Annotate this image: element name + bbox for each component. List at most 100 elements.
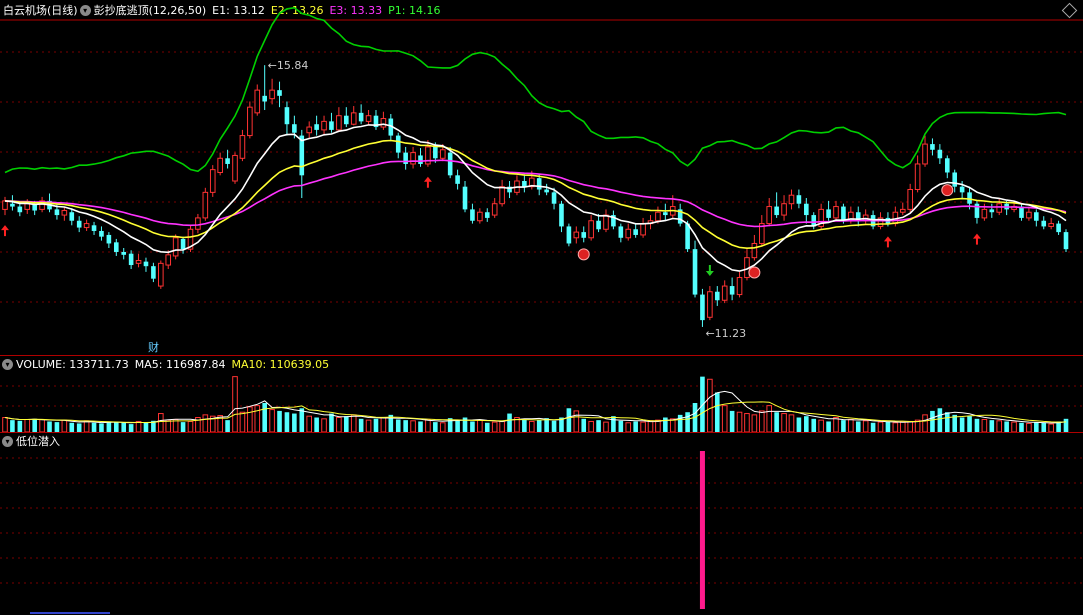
candle-body	[625, 228, 632, 239]
candle	[121, 248, 127, 260]
candle	[373, 110, 379, 130]
candle-body	[700, 294, 705, 321]
volume-bar	[640, 421, 646, 432]
volume-bar	[989, 420, 995, 432]
volume-chart[interactable]	[0, 356, 1083, 432]
candle-body	[1019, 206, 1024, 218]
candle-body	[202, 191, 209, 219]
candle	[930, 138, 935, 156]
candle	[380, 111, 387, 130]
volume-bar	[721, 405, 728, 432]
candle-body	[581, 232, 587, 238]
candle-body	[158, 262, 164, 287]
up-arrow-icon	[972, 233, 981, 245]
candle	[106, 232, 112, 249]
candle-body	[209, 169, 216, 193]
candle-body	[937, 149, 943, 159]
volume-bar	[766, 405, 773, 432]
volume-bar	[69, 422, 75, 432]
candle	[862, 209, 869, 224]
candle	[314, 115, 319, 136]
candle	[640, 217, 646, 238]
candle	[232, 152, 238, 184]
volume-bar	[254, 405, 261, 432]
volume-bar	[744, 413, 750, 432]
candle	[781, 195, 787, 221]
volume-bar	[848, 418, 854, 432]
candle	[677, 203, 683, 227]
candle	[736, 271, 743, 298]
volume-bar	[781, 413, 787, 432]
candle	[826, 200, 831, 221]
candle-body	[996, 203, 1003, 213]
candle	[618, 223, 624, 243]
volume-bar	[892, 422, 899, 432]
volume-bar	[314, 417, 319, 432]
candle-body	[707, 291, 713, 318]
candle	[663, 203, 668, 221]
candle	[1048, 217, 1054, 230]
volume-bar	[937, 408, 943, 432]
volume-bar	[551, 420, 557, 432]
volume-bar	[499, 420, 505, 432]
candle-body	[254, 89, 261, 114]
price-chart[interactable]: ←15.84 ←11.23 财	[0, 0, 1083, 355]
candle-body	[1034, 212, 1039, 221]
candle	[788, 189, 795, 210]
volume-bar	[225, 420, 230, 432]
candle	[269, 78, 275, 105]
volume-bar	[581, 418, 587, 432]
candle-body	[113, 242, 119, 252]
e3-line	[4, 159, 1067, 228]
candle	[899, 202, 906, 216]
candle	[796, 189, 802, 209]
candle-body	[596, 220, 601, 230]
volume-bar	[135, 420, 142, 432]
candle-body	[484, 212, 490, 218]
candle	[99, 226, 104, 241]
candle-body	[826, 209, 831, 218]
candle-body	[981, 208, 988, 219]
candle	[209, 165, 216, 197]
volume-bar	[373, 418, 379, 432]
ma10-line	[4, 401, 1067, 423]
volume-bar	[418, 421, 423, 432]
signal-ball-icon	[748, 266, 761, 279]
volume-bar	[507, 413, 512, 432]
candle	[581, 226, 587, 243]
candle-body	[83, 223, 90, 229]
volume-bar	[663, 417, 668, 432]
volume-bar	[24, 418, 31, 432]
candle-body	[151, 266, 156, 279]
volume-bar	[930, 410, 935, 432]
candle-body	[165, 254, 172, 266]
volume-bar	[1063, 418, 1069, 432]
candle-body	[17, 206, 23, 213]
candle-body	[76, 220, 82, 228]
candle-body	[930, 144, 935, 150]
volume-bar	[804, 416, 809, 432]
volume-bar	[262, 403, 267, 432]
candle	[1019, 203, 1024, 221]
candle	[692, 240, 698, 298]
candle-body	[180, 238, 186, 250]
candle-body	[714, 291, 720, 301]
candle-body	[358, 112, 364, 122]
volume-bar	[907, 420, 913, 432]
candle-body	[143, 261, 149, 267]
candle-body	[751, 242, 758, 259]
volume-bar	[277, 410, 282, 432]
candle	[306, 121, 313, 139]
candle-body	[99, 230, 104, 237]
candle	[611, 210, 616, 230]
candle	[914, 155, 921, 193]
volume-bar	[284, 412, 290, 432]
candle-body	[952, 172, 958, 187]
candle	[625, 223, 632, 241]
signal-chart[interactable]	[0, 433, 1083, 615]
candle	[344, 107, 349, 128]
candle	[83, 219, 90, 231]
p1-line	[4, 6, 1067, 174]
volume-bar	[165, 419, 172, 432]
ma5-line	[4, 390, 1067, 424]
